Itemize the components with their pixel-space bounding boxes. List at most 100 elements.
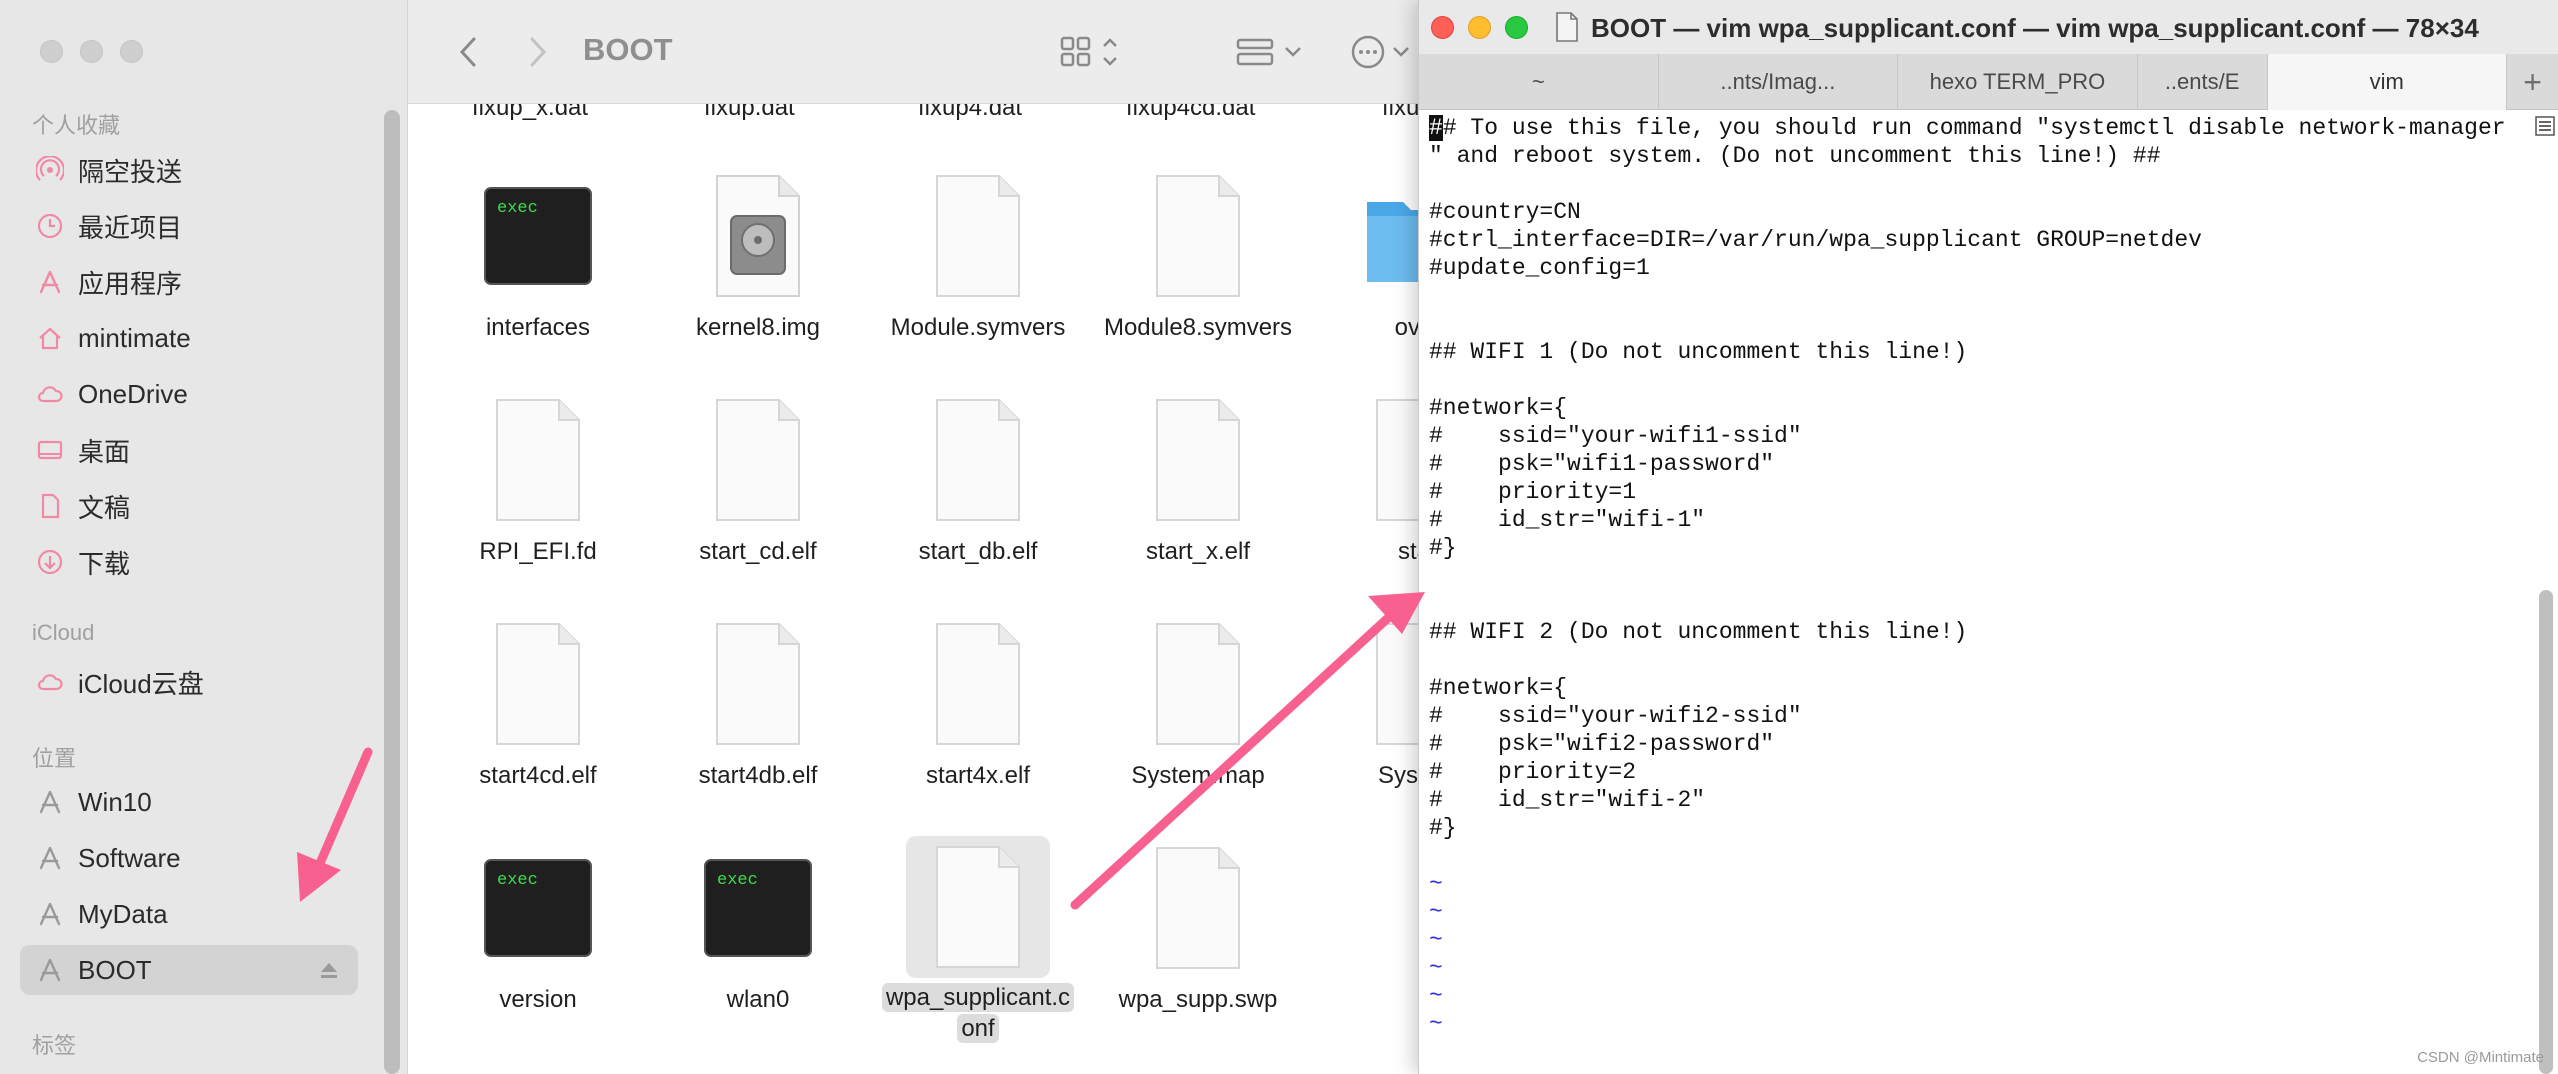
file-icon [703, 622, 813, 746]
cloud-icon [37, 386, 63, 403]
file-name: start_cd.elf [699, 538, 817, 565]
finder-window-controls [40, 40, 143, 63]
sidebar-item-文稿[interactable]: 文稿 [20, 481, 358, 531]
file-name-partial[interactable]: fixup4cd.dat [1126, 104, 1255, 122]
document-icon [41, 493, 60, 519]
sidebar-item-label: 下载 [78, 548, 131, 579]
sidebar-item-mintimate[interactable]: mintimate [20, 313, 358, 363]
sidebar-item-boot[interactable]: BOOT [20, 945, 358, 995]
file-item[interactable]: RPI_EFI.fd [438, 398, 638, 567]
file-name: start_x.elf [1145, 538, 1251, 565]
zoom-button[interactable] [1505, 16, 1528, 39]
file-name-partial[interactable]: fixup.dat [704, 104, 795, 122]
sidebar-item-下载[interactable]: 下载 [20, 537, 358, 587]
file-item[interactable]: exec version [438, 846, 638, 1015]
file-item[interactable]: System.map [1098, 622, 1298, 791]
file-name-partial[interactable]: fixup_x.dat [472, 104, 588, 122]
tab-2[interactable]: hexo TERM_PRO [1898, 54, 2138, 110]
chevron-left-icon [459, 37, 476, 67]
file-item[interactable]: start_db.elf [878, 398, 1078, 567]
watermark: CSDN @Mintimate [2417, 1049, 2544, 1066]
file-item[interactable]: wpa_supp.swp [1098, 846, 1298, 1015]
icloud-header: iCloud [32, 620, 95, 645]
terminal-scrollbar[interactable] [2539, 590, 2553, 1074]
sidebar-item-最近项目[interactable]: 最近项目 [20, 201, 358, 251]
file-item[interactable]: over [1318, 174, 1418, 343]
file-item[interactable]: kernel8.img [658, 174, 858, 343]
tab-0[interactable]: ~ [1419, 54, 1659, 110]
grid-view-icon [1060, 36, 1117, 67]
file-name: Module8.symvers [1103, 314, 1293, 341]
file-item[interactable]: start4x.elf [878, 622, 1078, 791]
vim-buffer[interactable]: ## To use this file, you should run comm… [1429, 114, 2529, 1074]
file-item[interactable]: start_cd.elf [658, 398, 858, 567]
sidebar-item-label: 最近项目 [78, 212, 183, 243]
sidebar-item-onedrive[interactable]: OneDrive [20, 369, 358, 419]
file-item[interactable]: wpa_supplicant.c onf [878, 836, 1078, 1044]
sidebar-scrollbar[interactable] [384, 110, 400, 1074]
file-icon [923, 398, 1033, 522]
sidebar-item-software[interactable]: Software [20, 833, 358, 883]
file-item[interactable]: exec wlan0 [658, 846, 858, 1015]
document-icon [1556, 12, 1578, 42]
file-item[interactable]: Module8.symvers [1098, 174, 1298, 343]
tags-header: 标签 [32, 1033, 77, 1058]
sidebar-item-label: Software [78, 842, 181, 873]
sidebar-item-mydata[interactable]: MyData [20, 889, 358, 939]
file-label: System [1318, 760, 1418, 791]
close-button[interactable] [1431, 16, 1454, 39]
back-button[interactable] [448, 30, 488, 74]
sidebar-item-label: MyData [78, 898, 168, 929]
forward-button[interactable] [518, 30, 558, 74]
file-item[interactable]: Module.symvers [878, 174, 1078, 343]
terminal-titlebar: BOOT — vim wpa_supplicant.conf — vim wpa… [1419, 0, 2558, 54]
drive-icon [34, 898, 66, 930]
file-item[interactable]: start_x.elf [1098, 398, 1298, 567]
file-icon [1143, 398, 1253, 522]
view-mode-button[interactable] [1058, 30, 1130, 74]
file-icon [923, 622, 1033, 746]
file-item[interactable]: exec interfaces [438, 174, 638, 343]
sidebar-item-icloud云盘[interactable]: iCloud云盘 [20, 657, 358, 707]
file-item[interactable]: star [1318, 398, 1418, 567]
vim-line: # psk="wifi2-password" [1429, 731, 1775, 757]
vim-empty-line: ~ [1429, 871, 1443, 897]
file-item[interactable]: start4db.elf [658, 622, 858, 791]
sidebar-item-win10[interactable]: Win10 [20, 777, 358, 827]
desktop-icon [37, 440, 63, 460]
sidebar-item-隔空投送[interactable]: 隔空投送 [20, 145, 358, 195]
document-icon [34, 490, 66, 522]
desktop-icon [34, 434, 66, 466]
vim-line: #network={ [1429, 395, 1568, 421]
vim-line: # priority=1 [1429, 479, 1637, 505]
icloud-icon [37, 674, 63, 691]
file-name: over [1394, 314, 1418, 341]
vim-line-text: # To use this file, you should run comma… [1442, 115, 2506, 141]
minimize-button[interactable] [80, 40, 103, 63]
add-tab-button[interactable]: + [2507, 54, 2558, 110]
group-button[interactable] [1234, 30, 1310, 74]
file-name-partial[interactable]: fixup4 [1382, 104, 1418, 122]
vim-line: # ssid="your-wifi1-ssid" [1429, 423, 1802, 449]
tab-3[interactable]: ..ents/E [2138, 54, 2268, 110]
eject-icon[interactable] [318, 959, 340, 981]
tab-1[interactable]: ..nts/Imag... [1659, 54, 1899, 110]
drive-icon [39, 902, 61, 926]
more-actions-button[interactable] [1350, 30, 1418, 74]
vim-line [1429, 562, 2529, 590]
file-name-partial[interactable]: fixup4.dat [918, 104, 1022, 122]
file-item[interactable]: start4cd.elf [438, 622, 638, 791]
sidebar-item-应用程序[interactable]: 应用程序 [20, 257, 358, 307]
zoom-button[interactable] [120, 40, 143, 63]
file-item[interactable]: System [1318, 622, 1418, 791]
file-name: kernel8.img [695, 314, 821, 341]
file-icon [483, 622, 593, 746]
minimize-button[interactable] [1468, 16, 1491, 39]
file-label: Module8.symvers [1098, 312, 1298, 343]
close-button[interactable] [40, 40, 63, 63]
tab-4[interactable]: vim [2267, 54, 2508, 110]
menu-icon[interactable] [2535, 116, 2555, 136]
sidebar-item-桌面[interactable]: 桌面 [20, 425, 358, 475]
terminal-exec-icon: exec [704, 859, 812, 957]
vim-line: # id_str="wifi-2" [1429, 787, 1706, 813]
